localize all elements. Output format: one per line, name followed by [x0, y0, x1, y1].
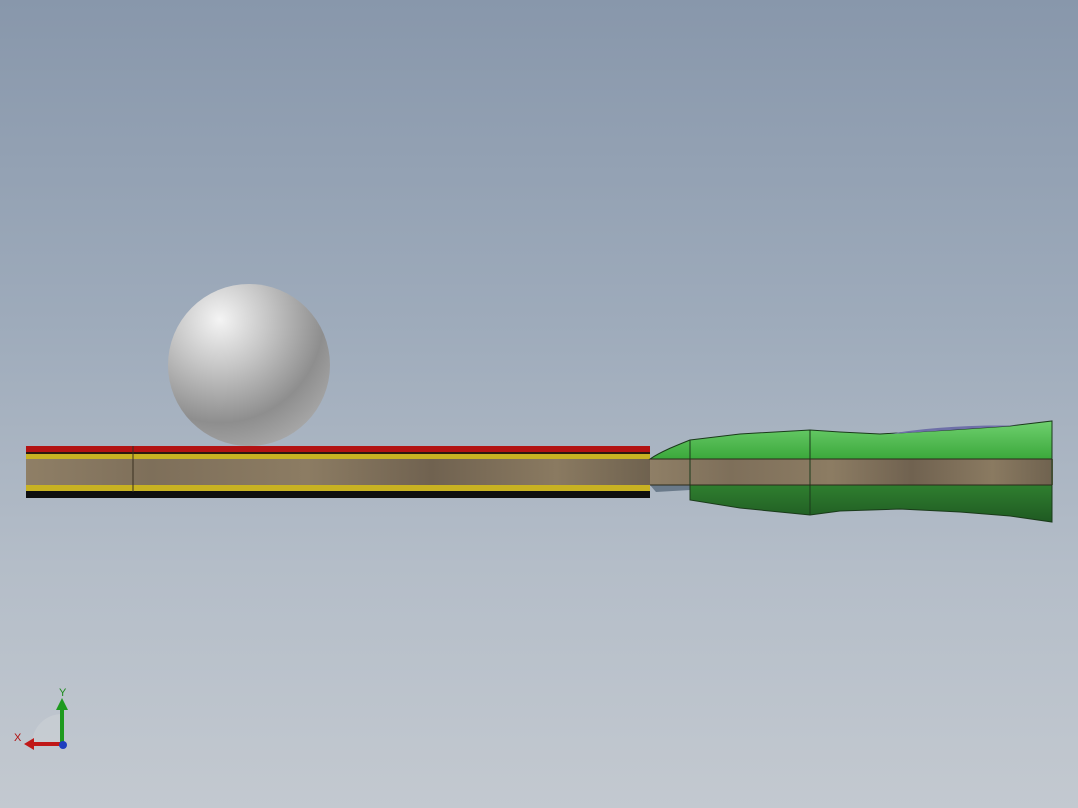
- blade-yellow-sponge-bottom: [26, 485, 650, 491]
- handle-tang: [650, 459, 1053, 485]
- orientation-triad[interactable]: Y X: [12, 686, 76, 752]
- blade-black-line-top: [26, 452, 650, 454]
- blade-red-rubber-top: [26, 446, 650, 452]
- paddle-handle[interactable]: [648, 420, 1053, 523]
- blade-wood-core: [26, 459, 650, 485]
- ball[interactable]: [168, 284, 330, 446]
- handle-collar: [650, 485, 690, 492]
- blade-black-rubber-bottom: [26, 491, 650, 498]
- paddle-blade[interactable]: [26, 446, 650, 498]
- blade-yellow-sponge-top: [26, 454, 650, 459]
- model-scene[interactable]: [0, 0, 1078, 808]
- handle-bottom-shell: [650, 484, 1053, 523]
- graphics-viewport[interactable]: Y X: [0, 0, 1078, 808]
- axis-x-label: X: [14, 732, 22, 744]
- triad-icon: [24, 698, 68, 750]
- axis-y-label: Y: [59, 687, 67, 699]
